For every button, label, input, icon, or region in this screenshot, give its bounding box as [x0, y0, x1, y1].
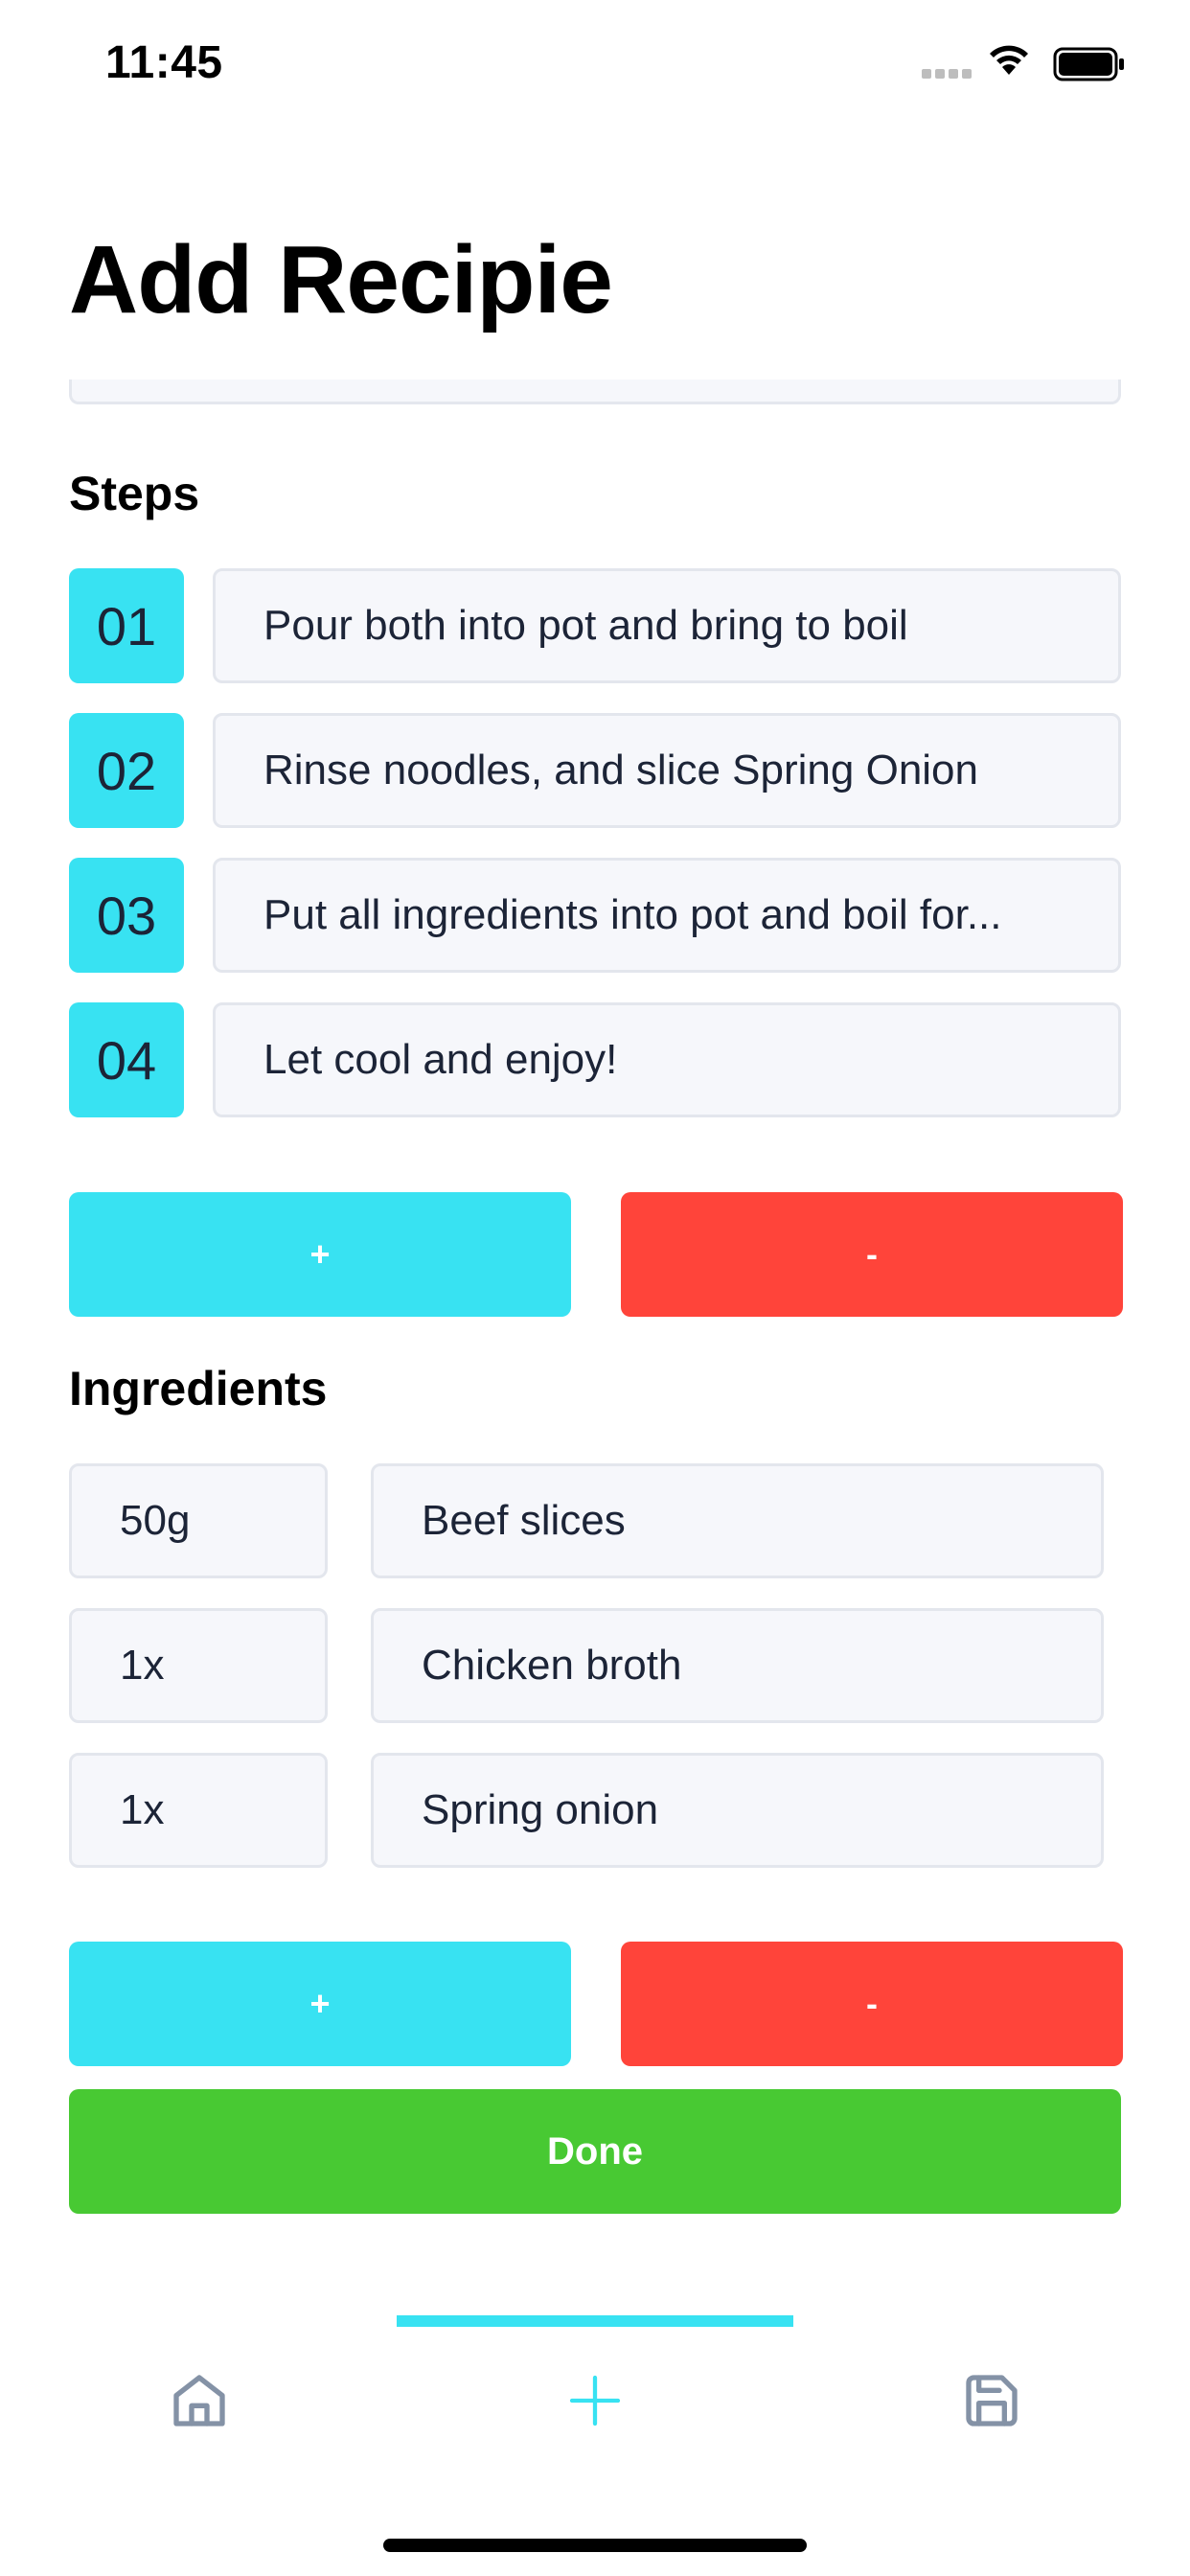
ingredient-quantity-field[interactable]: 1x [69, 1753, 328, 1868]
ingredient-name-field[interactable]: Spring onion [371, 1753, 1104, 1868]
ingredient-name-field[interactable]: Chicken broth [371, 1608, 1104, 1723]
remove-ingredient-button[interactable]: - [621, 1942, 1123, 2066]
status-time: 11:45 [105, 37, 223, 88]
add-step-button[interactable]: + [69, 1192, 571, 1317]
tab-saved[interactable] [949, 2358, 1035, 2444]
page-title: Add Recipie [69, 226, 613, 334]
tab-add-recipe[interactable] [552, 2358, 638, 2444]
done-button[interactable]: Done [69, 2089, 1121, 2214]
home-icon [173, 2375, 225, 2426]
remove-step-button[interactable]: - [621, 1192, 1123, 1317]
clipped-input-field[interactable] [69, 380, 1121, 404]
tab-home[interactable] [156, 2358, 242, 2444]
step-text-field[interactable]: Rinse noodles, and slice Spring Onion [213, 713, 1121, 828]
step-text-field[interactable]: Pour both into pot and bring to boil [213, 568, 1121, 683]
active-tab-indicator [397, 2315, 793, 2327]
step-number-badge: 04 [69, 1002, 184, 1117]
ingredient-name-field[interactable]: Beef slices [371, 1463, 1104, 1578]
battery-icon [1053, 47, 1124, 81]
add-ingredient-button[interactable]: + [69, 1942, 571, 2066]
ingredients-section-title: Ingredients [69, 1362, 328, 1415]
step-text-field[interactable]: Let cool and enjoy! [213, 1002, 1121, 1117]
cellular-signal-icon [922, 69, 972, 79]
wifi-icon [990, 45, 1028, 75]
step-number-badge: 01 [69, 568, 184, 683]
home-indicator [383, 2539, 807, 2552]
ingredient-quantity-field[interactable]: 50g [69, 1463, 328, 1578]
step-text-field[interactable]: Put all ingredients into pot and boil fo… [213, 858, 1121, 973]
step-number-badge: 03 [69, 858, 184, 973]
save-icon [966, 2375, 1018, 2426]
steps-section-title: Steps [69, 467, 200, 520]
plus-icon [569, 2375, 621, 2426]
step-number-badge: 02 [69, 713, 184, 828]
status-bar: 11:45 [0, 0, 1190, 126]
ingredient-quantity-field[interactable]: 1x [69, 1608, 328, 1723]
